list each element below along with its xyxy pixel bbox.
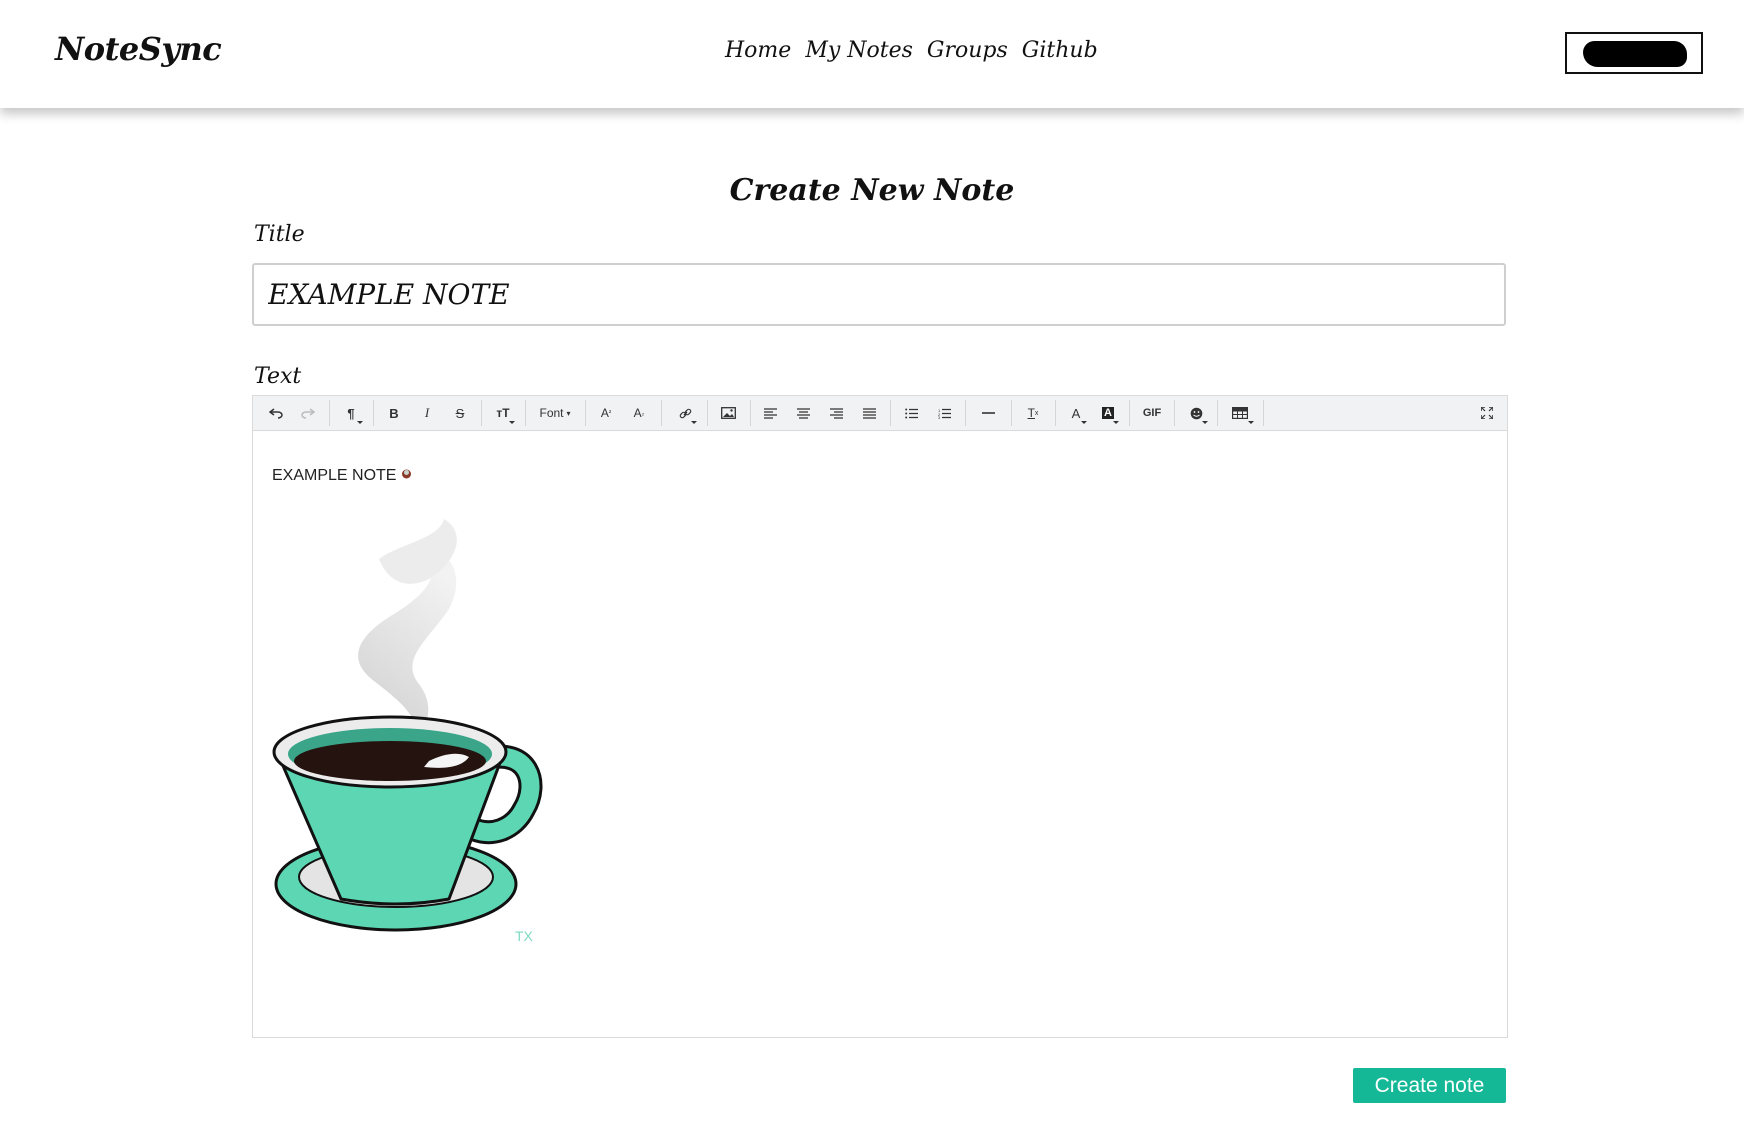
redacted-username [1583,41,1687,67]
subscript-icon[interactable]: A₂ [626,400,652,426]
title-label: Title [254,222,305,247]
font-family-dropdown[interactable]: Font ▾ [531,400,579,426]
paragraph-icon[interactable]: ¶ [337,400,365,426]
nav-link-groups[interactable]: Groups [927,38,1008,63]
editor-paragraph: EXAMPLE NOTE [272,467,412,485]
text-label: Text [254,364,302,389]
emoji-icon[interactable] [1182,400,1210,426]
bold-icon[interactable]: B [382,400,406,426]
editor-content[interactable]: EXAMPLE NOTE TX [253,431,1507,1037]
align-justify-icon[interactable] [857,400,881,426]
rich-text-editor: ¶ B I S ᴛT Font ▾ A² A₂ 1 2 3 T x A A GI… [252,395,1508,1038]
nav-link-github[interactable]: Github [1022,38,1098,63]
create-note-button[interactable]: Create note [1353,1068,1506,1103]
undo-icon[interactable] [263,400,289,426]
font-dropdown-label: Font [539,406,564,420]
fullscreen-icon[interactable] [1473,400,1501,426]
page-title: Create New Note [729,173,1015,208]
title-input[interactable] [252,263,1506,326]
clear-format-icon[interactable]: Tx [1019,400,1047,426]
image-icon[interactable] [714,400,742,426]
text-color-icon[interactable]: A [1063,400,1089,426]
user-menu-button[interactable] [1565,32,1703,74]
highlight-color-icon[interactable]: A [1095,400,1121,426]
gif-button[interactable]: GIF [1135,400,1169,426]
nav-link-home[interactable]: Home [725,38,791,63]
table-icon[interactable] [1224,400,1256,426]
font-size-icon[interactable]: ᴛT [489,400,517,426]
navbar: NoteSync Home My Notes Groups Github [0,0,1744,108]
align-left-icon[interactable] [758,400,782,426]
strikethrough-icon[interactable]: S [448,400,472,426]
link-icon[interactable] [671,400,699,426]
brand-logo[interactable]: NoteSync [55,30,222,68]
coffee-emoji-icon [401,467,412,485]
italic-icon[interactable]: I [415,400,439,426]
nav-link-my-notes[interactable]: My Notes [805,38,913,63]
numbered-list-icon[interactable]: 123 [932,400,956,426]
align-right-icon[interactable] [824,400,848,426]
watermark-logo: TX [515,928,534,944]
align-center-icon[interactable] [791,400,815,426]
horizontal-rule-icon[interactable] [974,400,1002,426]
nav-links: Home My Notes Groups Github [725,38,1098,63]
superscript-icon[interactable]: A² [593,400,619,426]
chevron-down-icon: ▾ [566,408,571,418]
editor-toolbar: ¶ B I S ᴛT Font ▾ A² A₂ 1 2 3 T x A A GI… [253,396,1507,431]
coffee-cup-image[interactable]: TX [269,509,547,949]
editor-body-text: EXAMPLE NOTE [272,467,397,484]
svg-text:3: 3 [938,415,941,419]
redo-icon[interactable] [295,400,321,426]
bullet-list-icon[interactable] [899,400,923,426]
